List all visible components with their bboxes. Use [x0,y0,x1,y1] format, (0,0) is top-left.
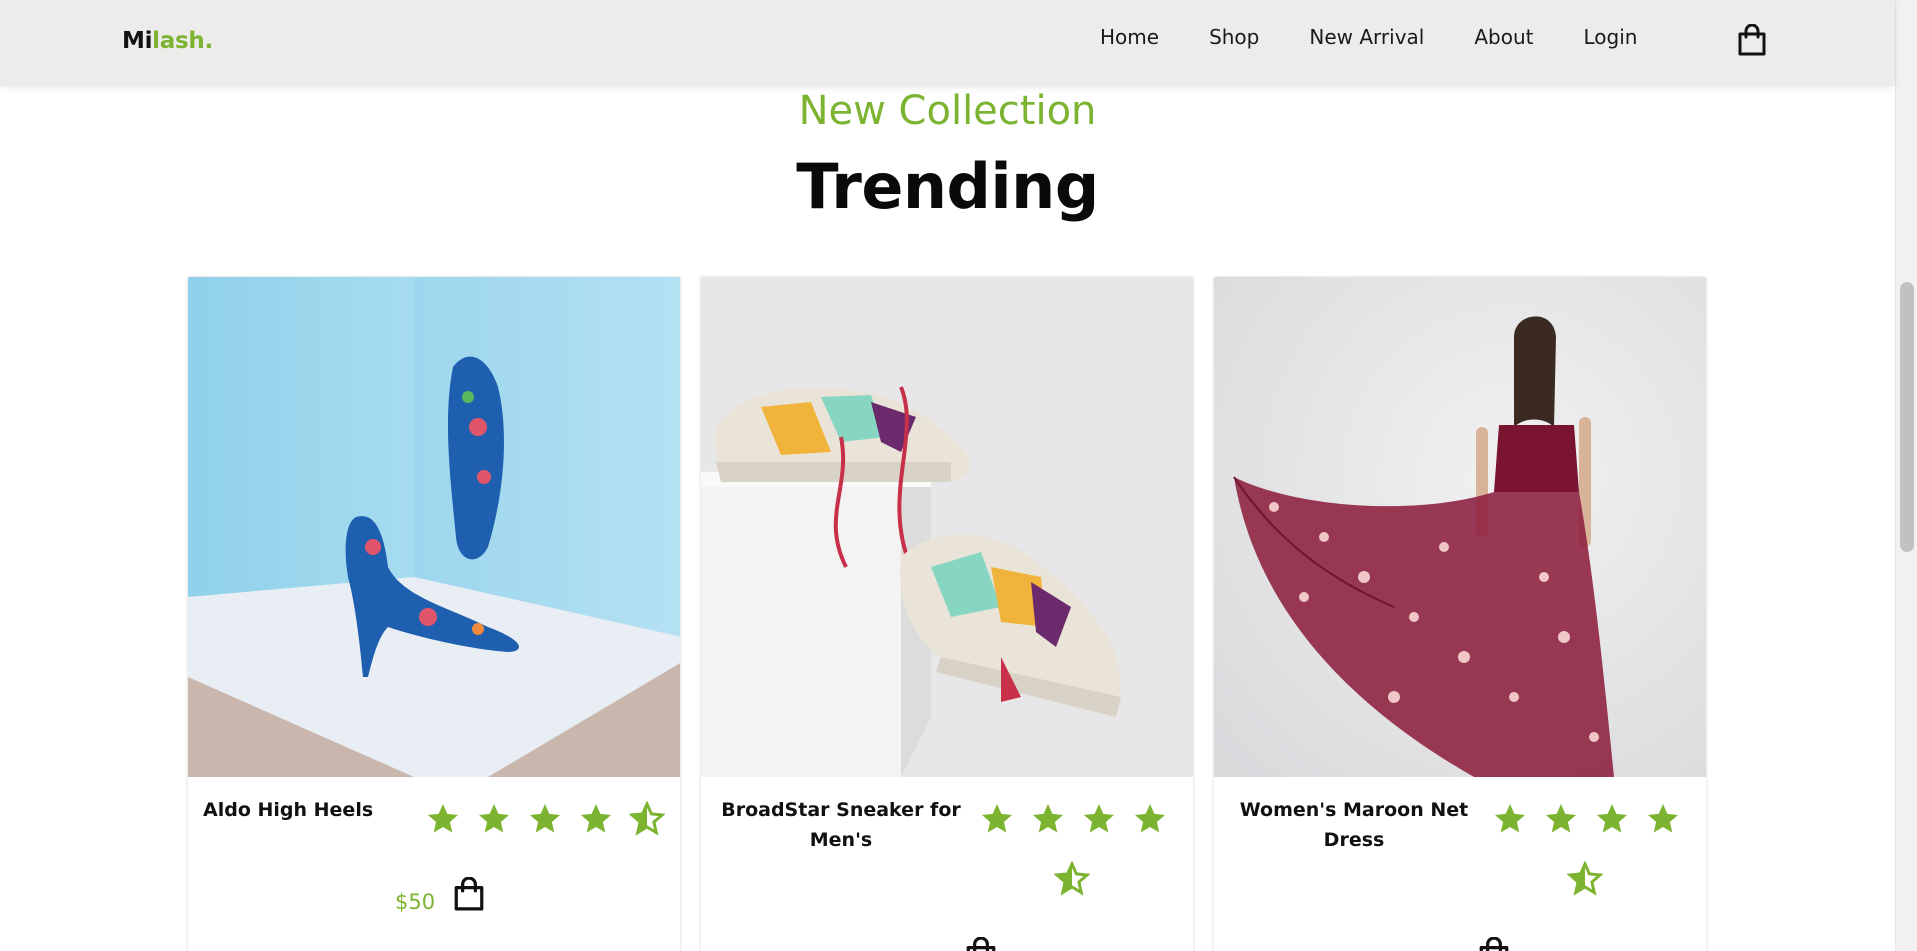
product-card[interactable]: BroadStar Sneaker for Men's [700,276,1194,951]
product-card[interactable]: Women's Maroon Net Dress [1213,276,1707,951]
logo-accent: lash. [152,28,213,54]
nav-new-arrival[interactable]: New Arrival [1309,25,1424,49]
half-star-icon [629,801,665,836]
page-scrollbar[interactable] [1895,0,1917,951]
product-info: BroadStar Sneaker for Men's [701,777,1193,951]
product-info: Aldo High Heels $50 [188,777,680,951]
nav-about[interactable]: About [1474,25,1533,49]
nav-login[interactable]: Login [1583,25,1637,49]
maroon-dress-photo [1214,277,1706,777]
shopping-bag-icon[interactable] [1478,937,1510,951]
shopping-bag-icon[interactable] [453,877,485,911]
star-icon [1135,804,1165,833]
star-icon [530,804,560,833]
page: Milash. Home Shop New Arrival About Logi… [0,0,1917,951]
product-card[interactable]: Aldo High Heels $50 [187,276,681,951]
product-image[interactable] [1214,277,1706,777]
half-star-icon [1567,861,1603,896]
star-icon [1546,804,1576,833]
product-price: $50 [395,890,436,914]
star-icon [1495,804,1525,833]
high-heels-photo [188,277,680,777]
product-grid: Aldo High Heels $50 BroadStar Sneaker fo… [187,276,1707,951]
star-icon [1597,804,1627,833]
star-icon [428,804,458,833]
product-name[interactable]: BroadStar Sneaker for Men's [721,795,961,855]
star-icon [1648,804,1678,833]
rating-stars [1492,801,1702,921]
section-subtitle: New Collection [798,88,1097,134]
star-icon [1033,804,1063,833]
shopping-bag-icon[interactable] [1737,24,1767,56]
star-icon [982,804,1012,833]
star-icon [1084,804,1114,833]
product-name[interactable]: Aldo High Heels [203,795,403,825]
product-image[interactable] [701,277,1193,777]
rating-stars [425,801,680,861]
rating-stars [979,801,1189,921]
main-nav: Home Shop New Arrival About Login [1100,24,1687,50]
product-image[interactable] [188,277,680,777]
nav-home[interactable]: Home [1100,25,1159,49]
star-icon [479,804,509,833]
logo[interactable]: Milash. [122,28,213,54]
star-icon [581,804,611,833]
half-star-icon [1054,861,1090,896]
shopping-bag-icon[interactable] [965,937,997,951]
section-title: Trending [796,150,1099,223]
site-header: Milash. Home Shop New Arrival About Logi… [0,0,1895,86]
product-info: Women's Maroon Net Dress [1214,777,1706,951]
scrollbar-thumb[interactable] [1900,282,1914,552]
nav-shop[interactable]: Shop [1209,25,1259,49]
sneakers-photo [701,277,1193,777]
product-name[interactable]: Women's Maroon Net Dress [1234,795,1474,855]
logo-main: Mi [122,28,153,54]
